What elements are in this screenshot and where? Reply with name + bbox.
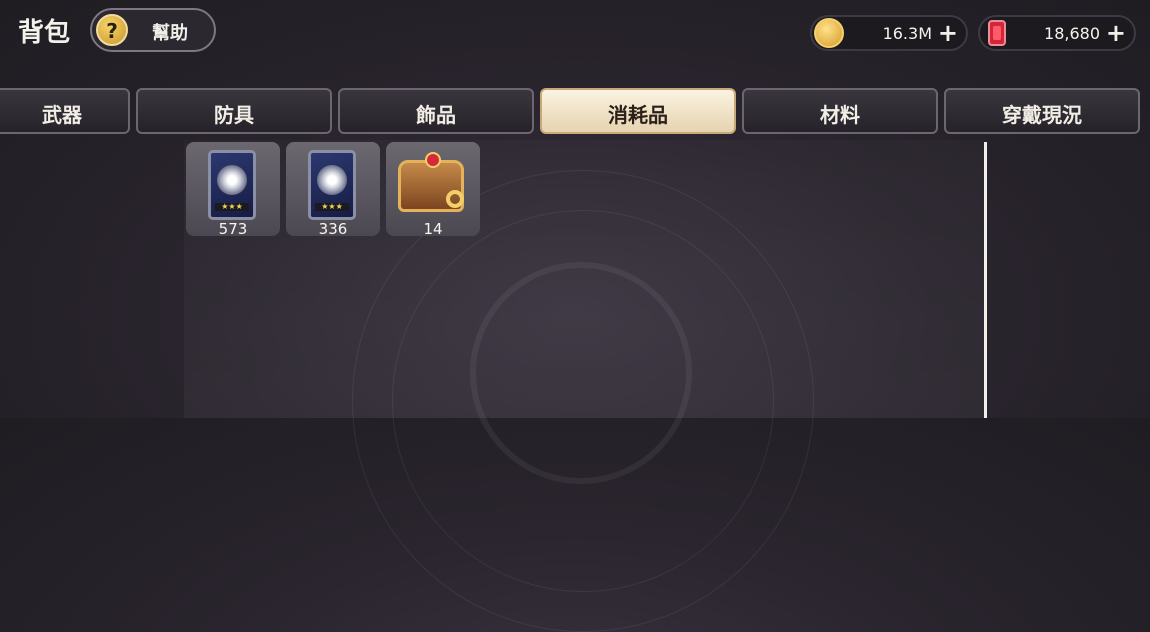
help-button[interactable]: ? 幫助	[90, 8, 216, 52]
moon-ring-decoration	[470, 262, 692, 484]
tab-materials[interactable]: 材料	[742, 88, 938, 134]
tab-label: 消耗品	[608, 103, 668, 127]
page-title: 背包	[18, 18, 71, 48]
item-slot[interactable]: ★★★ 336	[286, 142, 380, 238]
panel-divider	[984, 142, 987, 418]
gold-currency-display: 16.3M +	[810, 15, 968, 51]
gold-amount: 16.3M	[882, 24, 932, 43]
red-gem-icon	[982, 18, 1012, 48]
tab-consumables[interactable]: 消耗品	[540, 88, 736, 134]
item-count: 573	[218, 220, 248, 238]
help-button-label: 幫助	[152, 23, 188, 44]
item-count: 14	[423, 220, 443, 238]
item-slot[interactable]: ★★★ 573	[186, 142, 280, 238]
tab-label: 防具	[214, 103, 254, 127]
tab-armor[interactable]: 防具	[136, 88, 332, 134]
key-icon	[446, 190, 464, 208]
card-icon: ★★★	[308, 150, 356, 220]
gem-currency-display: 18,680 +	[978, 15, 1136, 51]
card-icon: ★★★	[208, 150, 256, 220]
chest-gem-icon	[425, 152, 441, 168]
tab-equipped-status[interactable]: 穿戴現況	[944, 88, 1140, 134]
item-count: 336	[318, 220, 348, 238]
gem-amount: 18,680	[1044, 24, 1100, 43]
tab-accessories[interactable]: 飾品	[338, 88, 534, 134]
tab-weapons[interactable]: 武器	[0, 88, 130, 134]
tab-label: 材料	[820, 103, 860, 127]
tab-label: 武器	[42, 103, 82, 127]
gold-coin-icon	[814, 18, 844, 48]
question-mark-icon: ?	[96, 14, 128, 46]
tab-label: 穿戴現況	[1002, 103, 1082, 127]
add-gem-button[interactable]: +	[1106, 19, 1126, 47]
tab-label: 飾品	[416, 103, 456, 127]
add-gold-button[interactable]: +	[938, 19, 958, 47]
item-slot[interactable]: 14	[386, 142, 480, 238]
